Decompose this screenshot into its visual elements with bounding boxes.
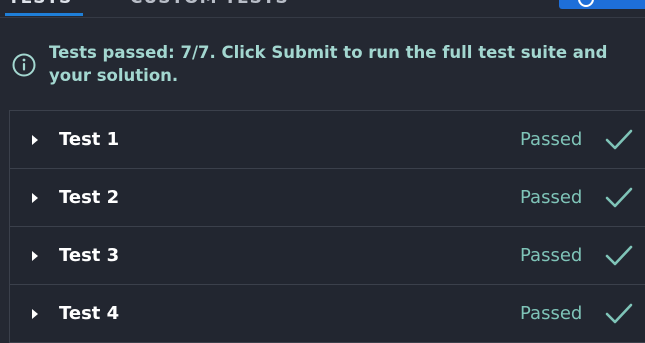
- caret-right-icon: [32, 251, 38, 261]
- caret-right-icon: [32, 135, 38, 145]
- test-row-1[interactable]: Test 1 Passed: [9, 111, 645, 169]
- run-button[interactable]: [559, 0, 645, 9]
- play-icon: [578, 0, 594, 7]
- test-status: Passed: [520, 187, 583, 208]
- test-row-2[interactable]: Test 2 Passed: [9, 169, 645, 227]
- caret-right-icon: [32, 309, 38, 319]
- check-icon: [605, 129, 633, 150]
- header-divider: [0, 17, 645, 18]
- test-row-4[interactable]: Test 4 Passed: [9, 285, 645, 343]
- tab-custom-tests[interactable]: CUSTOM TESTS: [130, 0, 289, 10]
- tab-bar: TESTS CUSTOM TESTS: [0, 0, 645, 18]
- test-name: Test 2: [59, 187, 120, 208]
- test-row-3[interactable]: Test 3 Passed: [9, 227, 645, 285]
- test-name: Test 3: [59, 245, 120, 266]
- check-icon: [605, 245, 633, 266]
- tab-tests[interactable]: TESTS: [8, 0, 72, 10]
- check-icon: [605, 187, 633, 208]
- test-list: Test 1 Passed Test 2 Passed Test 3 Passe…: [9, 110, 645, 343]
- test-status: Passed: [520, 129, 583, 150]
- test-status: Passed: [520, 245, 583, 266]
- caret-right-icon: [32, 193, 38, 203]
- test-status: Passed: [520, 303, 583, 324]
- test-name: Test 4: [59, 303, 120, 324]
- active-tab-indicator: [5, 13, 83, 16]
- check-icon: [605, 303, 633, 324]
- info-icon: [12, 53, 36, 77]
- test-name: Test 1: [59, 129, 120, 150]
- info-text: Tests passed: 7/7. Click Submit to run t…: [49, 43, 608, 85]
